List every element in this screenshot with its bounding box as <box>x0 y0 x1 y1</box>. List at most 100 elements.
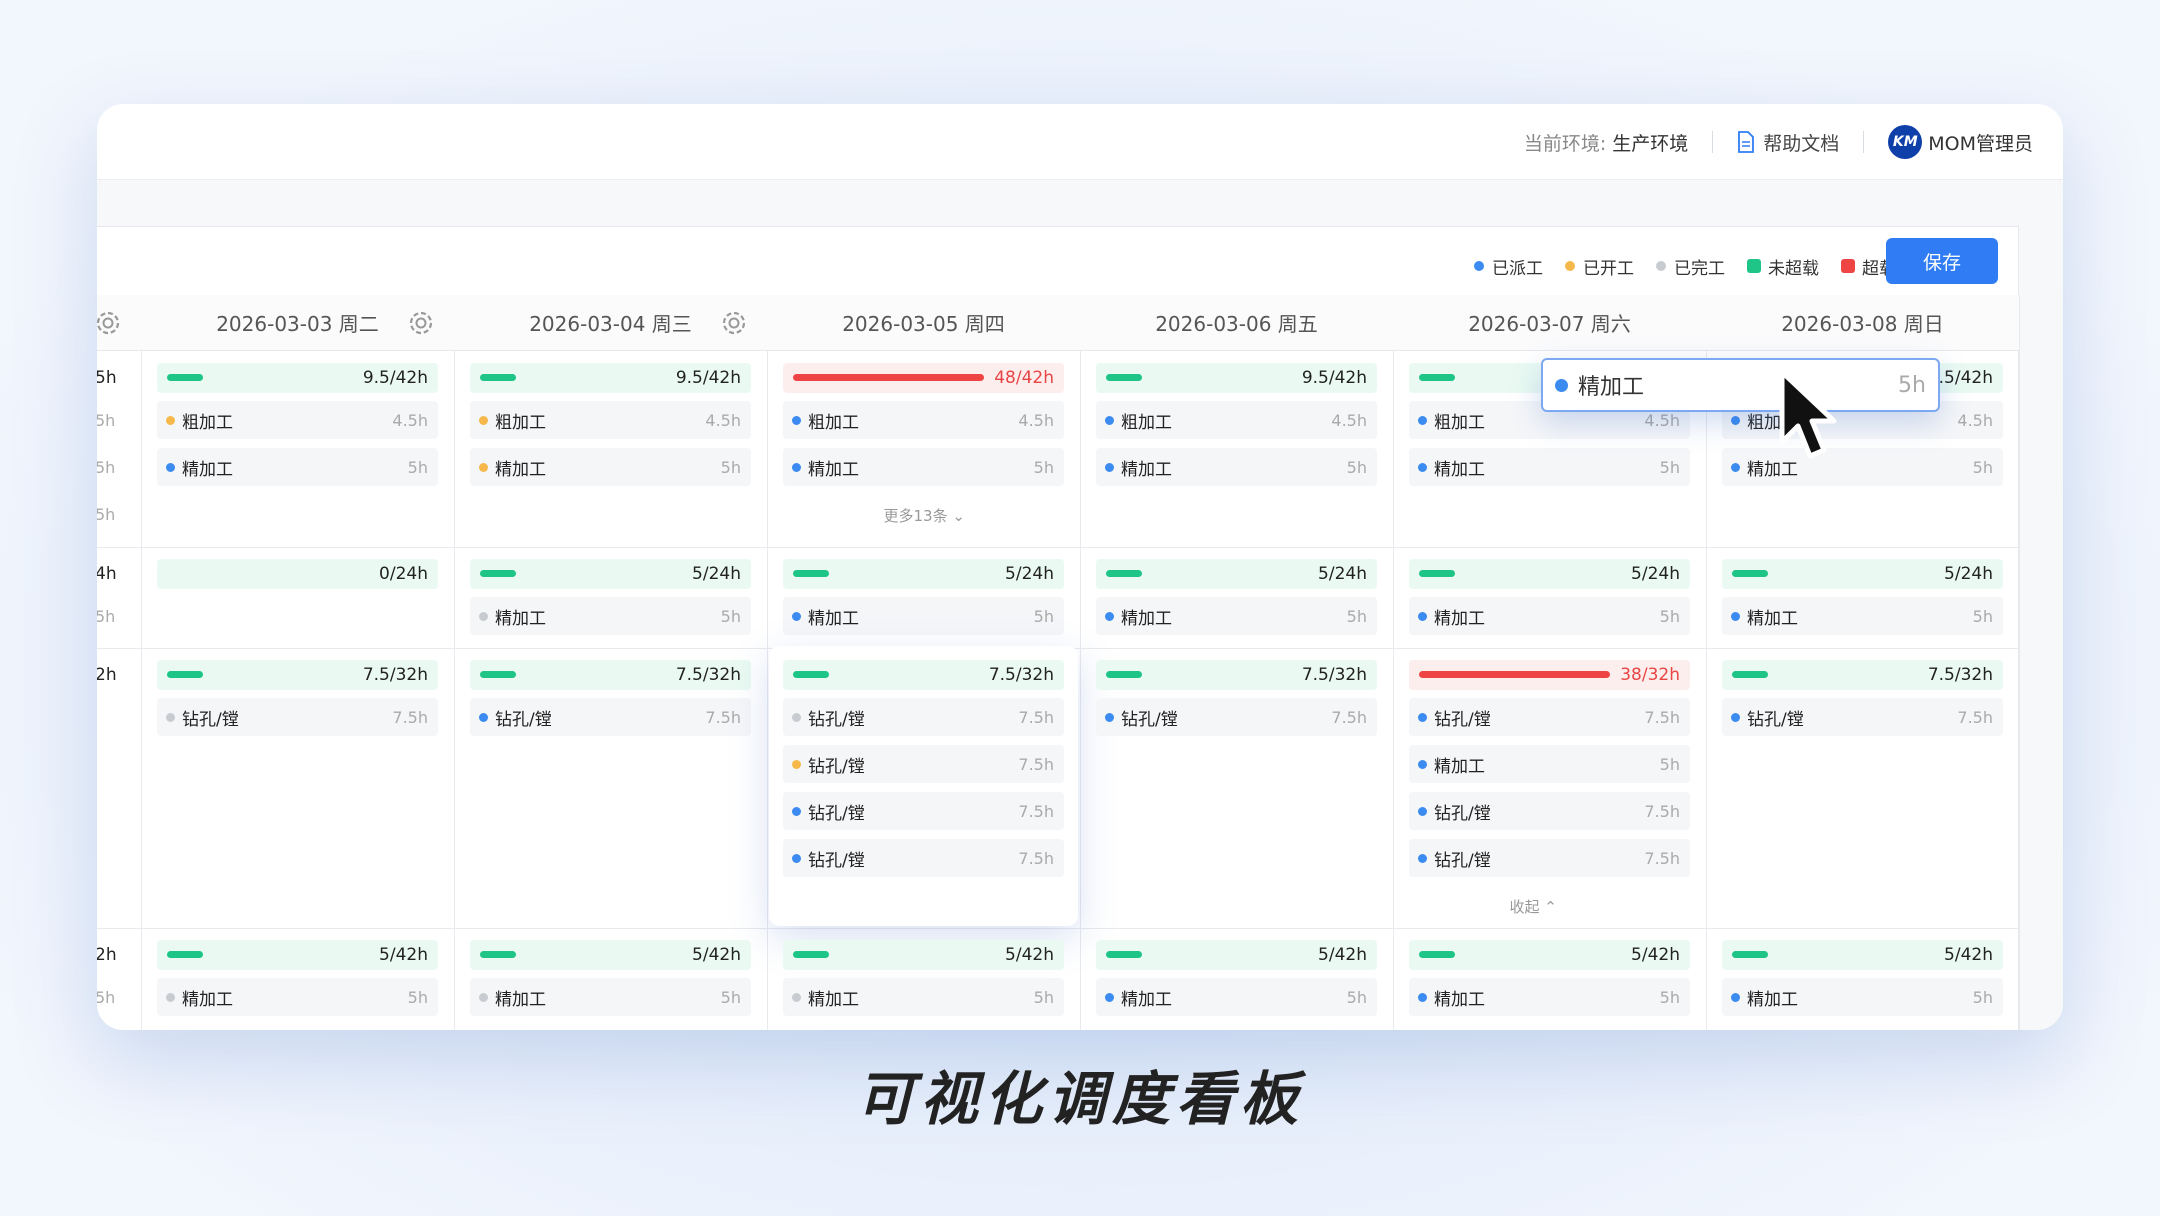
status-dot <box>166 462 175 472</box>
day-header: 2026-03-06 周五 <box>1080 295 1393 351</box>
load-value: 5/42h <box>379 945 428 965</box>
task-hours: 7.5h <box>392 707 428 727</box>
load-bar: 48/42h <box>783 363 1064 393</box>
task-item[interactable]: 钻孔/镗 7.5h <box>783 698 1064 736</box>
mouse-cursor-icon <box>1779 369 1837 459</box>
load-bar-fill <box>1106 374 1142 381</box>
task-item[interactable]: 精加工 5h <box>783 597 1064 635</box>
load-bar-fill <box>1419 951 1455 958</box>
task-item[interactable]: 精加工 5h <box>1409 978 1690 1016</box>
task-hours: 5h <box>1659 754 1680 774</box>
dragging-task-card[interactable]: 精加工 5h <box>1541 358 1940 412</box>
collapse-link[interactable]: 收起 ⌃ <box>1510 896 1557 917</box>
task-item[interactable]: 粗加工 4.5h <box>470 401 751 439</box>
load-bar-fill <box>1732 951 1768 958</box>
day-header-label: 2026-03-03 周二 <box>216 312 379 336</box>
load-bar: 9.5/42h <box>1096 363 1377 393</box>
status-dot <box>792 462 801 472</box>
show-more-link[interactable]: 更多13条 ⌄ <box>884 505 965 526</box>
task-name: 钻孔/镗 <box>495 709 552 730</box>
task-hours: 7.5h <box>1018 707 1054 727</box>
day-header-label: 2026-03-08 周日 <box>1781 312 1944 336</box>
save-button[interactable]: 保存 <box>1886 238 1998 284</box>
task-item[interactable]: 钻孔/镗 7.5h <box>470 698 751 736</box>
task-hours: 4.5h <box>705 410 741 430</box>
task-item[interactable]: 精加工 5h <box>470 978 751 1016</box>
task-item[interactable]: 钻孔/镗 7.5h <box>1722 698 2003 736</box>
legend-item: 已完工 <box>1656 254 1725 279</box>
task-item[interactable]: 钻孔/镗 7.5h <box>157 698 438 736</box>
status-dot <box>1555 378 1568 392</box>
task-name: 精加工 <box>808 459 859 480</box>
task-hours: 7.5h <box>1331 707 1367 727</box>
task-item[interactable]: 精加工 5h <box>1096 448 1377 486</box>
load-bar: 5/24h <box>1096 559 1377 589</box>
task-name: 精加工 <box>1121 989 1172 1010</box>
task-item[interactable]: 粗加工 4.5h <box>157 401 438 439</box>
task-item[interactable]: 精加工 5h <box>470 597 751 635</box>
task-item[interactable]: 精加工 5h <box>1409 745 1690 783</box>
status-dot <box>792 853 801 863</box>
load-bar-fill <box>480 374 516 381</box>
task-item[interactable]: 精加工 5h <box>783 448 1064 486</box>
task-item[interactable]: 钻孔/镗 7.5h <box>1409 839 1690 877</box>
status-dot <box>1731 611 1740 621</box>
task-hours: 5h <box>720 457 741 477</box>
task-item[interactable]: 钻孔/镗 7.5h <box>783 745 1064 783</box>
row-divider <box>97 547 2019 548</box>
task-item[interactable]: 精加工 5h <box>1409 597 1690 635</box>
show-more-label: 更多13条 <box>883 507 948 525</box>
document-icon <box>1738 131 1755 153</box>
task-item[interactable]: 钻孔/镗 7.5h <box>783 792 1064 830</box>
task-item[interactable]: 精加工 5h <box>470 448 751 486</box>
avatar: KM <box>1888 125 1923 159</box>
settings-gear-icon[interactable] <box>719 308 749 338</box>
day-header-label: 2026-03-07 周六 <box>1468 312 1631 336</box>
task-item[interactable]: 粗加工 4.5h <box>783 401 1064 439</box>
task-name: 精加工 <box>808 608 859 629</box>
task-item[interactable]: 粗加工 4.5h <box>1096 401 1377 439</box>
settings-gear-icon[interactable] <box>97 308 123 338</box>
load-value: 5/24h <box>692 564 741 584</box>
task-item[interactable]: 精加工 5h <box>1096 978 1377 1016</box>
help-docs-label: 帮助文档 <box>1763 132 1840 155</box>
task-item[interactable]: 精加工 5h <box>1096 597 1377 635</box>
task-hours: 5h <box>1972 606 1993 626</box>
task-item[interactable]: 钻孔/镗 7.5h <box>1096 698 1377 736</box>
load-value: .5/42h <box>1938 368 1993 388</box>
load-bar: 5/24h <box>1722 559 2003 589</box>
load-bar-fill <box>1732 570 1768 577</box>
settings-gear-icon[interactable] <box>406 308 436 338</box>
task-name: 精加工 <box>495 459 546 480</box>
task-item[interactable]: 精加工 5h <box>157 448 438 486</box>
task-item[interactable]: 精加工 5h <box>157 978 438 1016</box>
help-docs-link[interactable]: 帮助文档 <box>1737 129 1839 156</box>
status-dot <box>166 992 175 1002</box>
partial-task-hours: 5h <box>97 505 116 524</box>
env-value[interactable]: 生产环境 <box>1612 129 1688 156</box>
task-name: 精加工 <box>1747 608 1798 629</box>
caption: 可视化调度看板 <box>855 1065 1304 1133</box>
load-bar: 7.5/32h <box>783 660 1064 690</box>
chevron-double-up-icon: ⌃ <box>1539 898 1557 916</box>
status-dot <box>1418 611 1427 621</box>
task-hours: 5h <box>1972 987 1993 1007</box>
task-item[interactable]: 钻孔/镗 7.5h <box>1409 698 1690 736</box>
task-item[interactable]: 精加工 5h <box>1722 448 2003 486</box>
task-hours: 4.5h <box>1018 410 1054 430</box>
task-item[interactable]: 钻孔/镗 7.5h <box>783 839 1064 877</box>
task-item[interactable]: 钻孔/镗 7.5h <box>1409 792 1690 830</box>
collapse-label: 收起 <box>1509 898 1540 916</box>
task-item[interactable]: 精加工 5h <box>1722 978 2003 1016</box>
partial-load-text: 2h <box>97 665 117 685</box>
load-value: 5/42h <box>1631 945 1680 965</box>
column-divider <box>767 295 768 1030</box>
load-bar-fill <box>793 374 984 381</box>
user-menu[interactable]: KM MOM管理员 <box>1888 125 2033 159</box>
column-divider <box>454 295 455 1030</box>
task-item[interactable]: 精加工 5h <box>1409 448 1690 486</box>
task-item[interactable]: 精加工 5h <box>783 978 1064 1016</box>
top-bar: 当前环境: 生产环境 帮助文档 KM MOM管理员 <box>97 104 2063 180</box>
load-bar: 5/42h <box>470 940 751 970</box>
task-item[interactable]: 精加工 5h <box>1722 597 2003 635</box>
